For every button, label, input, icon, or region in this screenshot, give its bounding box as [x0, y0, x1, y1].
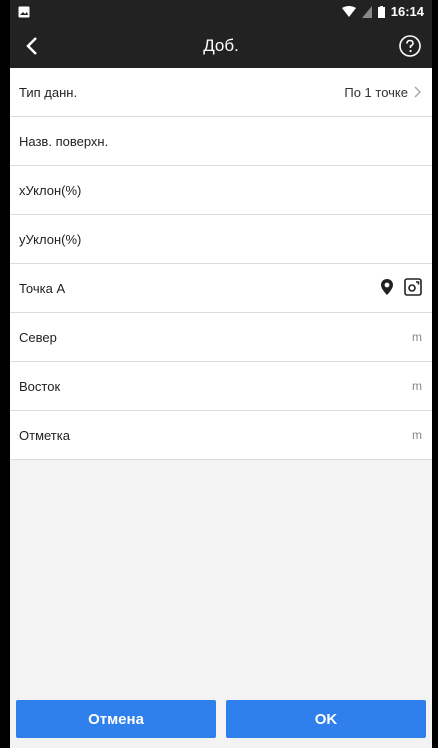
data-type-row[interactable]: Тип данн. По 1 точке — [10, 68, 432, 117]
point-a-section-header: Точка А — [10, 264, 432, 313]
status-bar: 16:14 — [10, 0, 432, 24]
north-unit: m — [412, 330, 422, 344]
data-type-label: Тип данн. — [19, 84, 78, 100]
north-label: Север — [19, 329, 57, 345]
east-unit: m — [412, 379, 422, 393]
ok-button[interactable]: OK — [226, 700, 426, 738]
wifi-icon — [341, 5, 356, 17]
image-icon — [18, 5, 30, 18]
surface-name-label: Назв. поверхн. — [19, 133, 109, 149]
x-slope-field[interactable]: хУклон(%) — [10, 166, 432, 215]
y-slope-field[interactable]: уУклон(%) — [10, 215, 432, 264]
page-title: Доб. — [203, 36, 239, 55]
action-bar: Отмена OK — [10, 700, 432, 748]
cancel-button[interactable]: Отмена — [16, 700, 216, 738]
east-label: Восток — [19, 378, 61, 394]
help-icon[interactable] — [398, 34, 422, 58]
y-slope-label: уУклон(%) — [19, 231, 82, 247]
status-time: 16:14 — [390, 4, 424, 19]
back-arrow-icon[interactable] — [20, 34, 44, 58]
app-screen: 16:14 Доб. Тип данн. По 1 точке Назв. по… — [10, 0, 432, 748]
x-slope-label: хУклон(%) — [19, 182, 82, 198]
form-list: Тип данн. По 1 точке Назв. поверхн. хУкл… — [10, 68, 432, 264]
surface-name-field[interactable]: Назв. поверхн. — [10, 117, 432, 166]
point-a-label: Точка А — [19, 280, 66, 296]
elevation-unit: m — [412, 428, 422, 442]
data-type-value: По 1 точке — [344, 84, 408, 100]
status-icons: 16:14 — [341, 4, 424, 19]
location-pin-icon[interactable] — [380, 278, 394, 299]
point-a-fields: Север m Восток m Отметка m — [10, 313, 432, 460]
app-bar: Доб. — [10, 24, 432, 68]
chevron-right-icon — [412, 86, 422, 98]
north-field[interactable]: Север m — [10, 313, 432, 362]
elevation-field[interactable]: Отметка m — [10, 411, 432, 460]
signal-icon — [361, 5, 372, 18]
elevation-label: Отметка — [19, 427, 70, 443]
east-field[interactable]: Восток m — [10, 362, 432, 411]
battery-icon — [377, 5, 385, 18]
survey-point-icon[interactable] — [404, 277, 422, 299]
